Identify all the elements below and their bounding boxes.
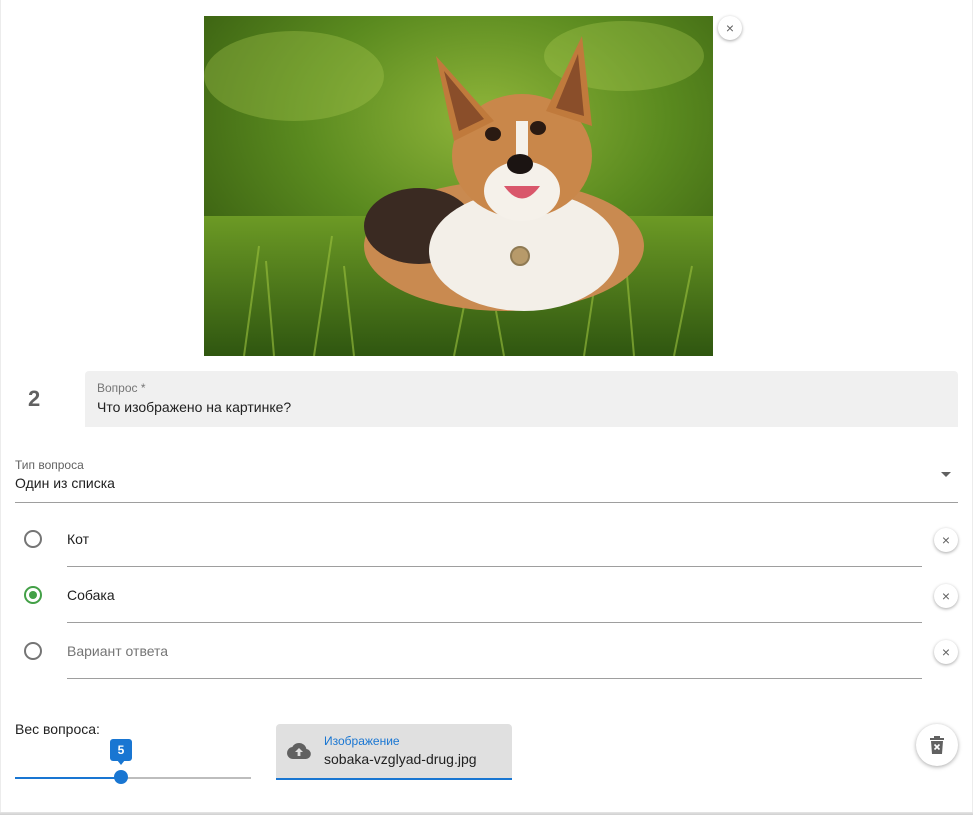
image-upload-field[interactable]: Изображение sobaka-vzglyad-drug.jpg xyxy=(276,724,512,780)
image-field-value: sobaka-vzglyad-drug.jpg xyxy=(324,751,477,767)
dog-photo-illustration xyxy=(204,16,713,356)
slider-track xyxy=(15,777,121,779)
question-type-label: Тип вопроса xyxy=(15,458,84,472)
option-text-input[interactable]: Собака xyxy=(67,587,115,603)
question-type-select[interactable]: Тип вопроса Один из списка xyxy=(15,455,958,503)
option-underline xyxy=(67,678,922,679)
dropdown-arrow-icon xyxy=(941,472,951,477)
option-text-input[interactable]: Кот xyxy=(67,531,89,547)
weight-slider[interactable]: 5 xyxy=(15,739,251,786)
question-input-value: Что изображено на картинке? xyxy=(97,399,292,415)
option-radio[interactable] xyxy=(24,586,42,604)
option-underline xyxy=(67,622,922,623)
remove-option-button[interactable]: × xyxy=(934,528,958,552)
card-left-edge xyxy=(0,0,1,815)
option-radio[interactable] xyxy=(24,530,42,548)
answer-option: Кот × xyxy=(0,520,973,576)
weight-label: Вес вопроса: xyxy=(15,721,100,737)
close-icon: × xyxy=(941,532,951,548)
question-input-label: Вопрос * xyxy=(97,381,146,395)
close-icon: × xyxy=(941,588,951,604)
close-icon: × xyxy=(941,644,951,660)
option-radio[interactable] xyxy=(24,642,42,660)
slider-thumb[interactable] xyxy=(114,770,128,784)
image-field-label: Изображение xyxy=(324,734,400,748)
question-type-value: Один из списка xyxy=(15,475,115,491)
slider-value-label: 5 xyxy=(110,739,132,765)
option-underline xyxy=(67,566,922,567)
question-input[interactable]: Вопрос * Что изображено на картинке? xyxy=(85,371,958,427)
option-text-input-placeholder[interactable]: Вариант ответа xyxy=(67,643,168,659)
question-image xyxy=(204,16,713,356)
remove-option-button[interactable]: × xyxy=(934,640,958,664)
delete-question-button[interactable] xyxy=(916,724,958,766)
cloud-upload-icon[interactable] xyxy=(287,742,311,765)
answer-option: Собака × xyxy=(0,576,973,632)
close-icon: × xyxy=(725,20,735,36)
remove-option-button[interactable]: × xyxy=(934,584,958,608)
delete-forever-icon xyxy=(930,736,944,754)
question-number: 2 xyxy=(28,386,41,411)
answer-option: Вариант ответа × xyxy=(0,632,973,688)
remove-image-button[interactable]: × xyxy=(718,16,742,40)
